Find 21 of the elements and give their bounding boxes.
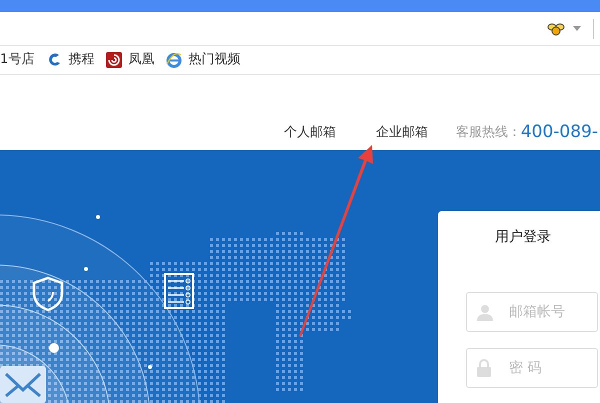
user-icon — [476, 303, 494, 321]
server-list-icon — [164, 273, 194, 309]
bookmark-link[interactable]: 凤凰 — [106, 50, 154, 70]
account-field[interactable]: 邮箱帐号 — [466, 292, 598, 332]
bee-icon[interactable] — [547, 22, 565, 36]
nav-link[interactable]: 个人邮箱 — [284, 122, 336, 142]
swirl-icon — [46, 52, 62, 68]
caret-icon[interactable] — [573, 26, 581, 31]
hotline-label: 客服热线： — [456, 124, 521, 142]
hotline-number: 400-089- — [520, 122, 598, 142]
envelope-icon — [0, 366, 46, 403]
e-logo-icon — [166, 52, 182, 68]
password-field[interactable]: 密 码 — [466, 348, 598, 388]
login-title: 用户登录 — [495, 228, 552, 247]
spiral-square-icon — [106, 52, 122, 68]
bookmark-link[interactable]: 1号店 — [0, 50, 34, 70]
lock-icon — [476, 359, 492, 377]
nav-link[interactable]: 企业邮箱 — [376, 122, 428, 142]
shield-icon — [31, 276, 65, 312]
bookmark-link[interactable]: 携程 — [46, 50, 94, 70]
bookmark-link[interactable]: 热门视频 — [166, 50, 240, 70]
